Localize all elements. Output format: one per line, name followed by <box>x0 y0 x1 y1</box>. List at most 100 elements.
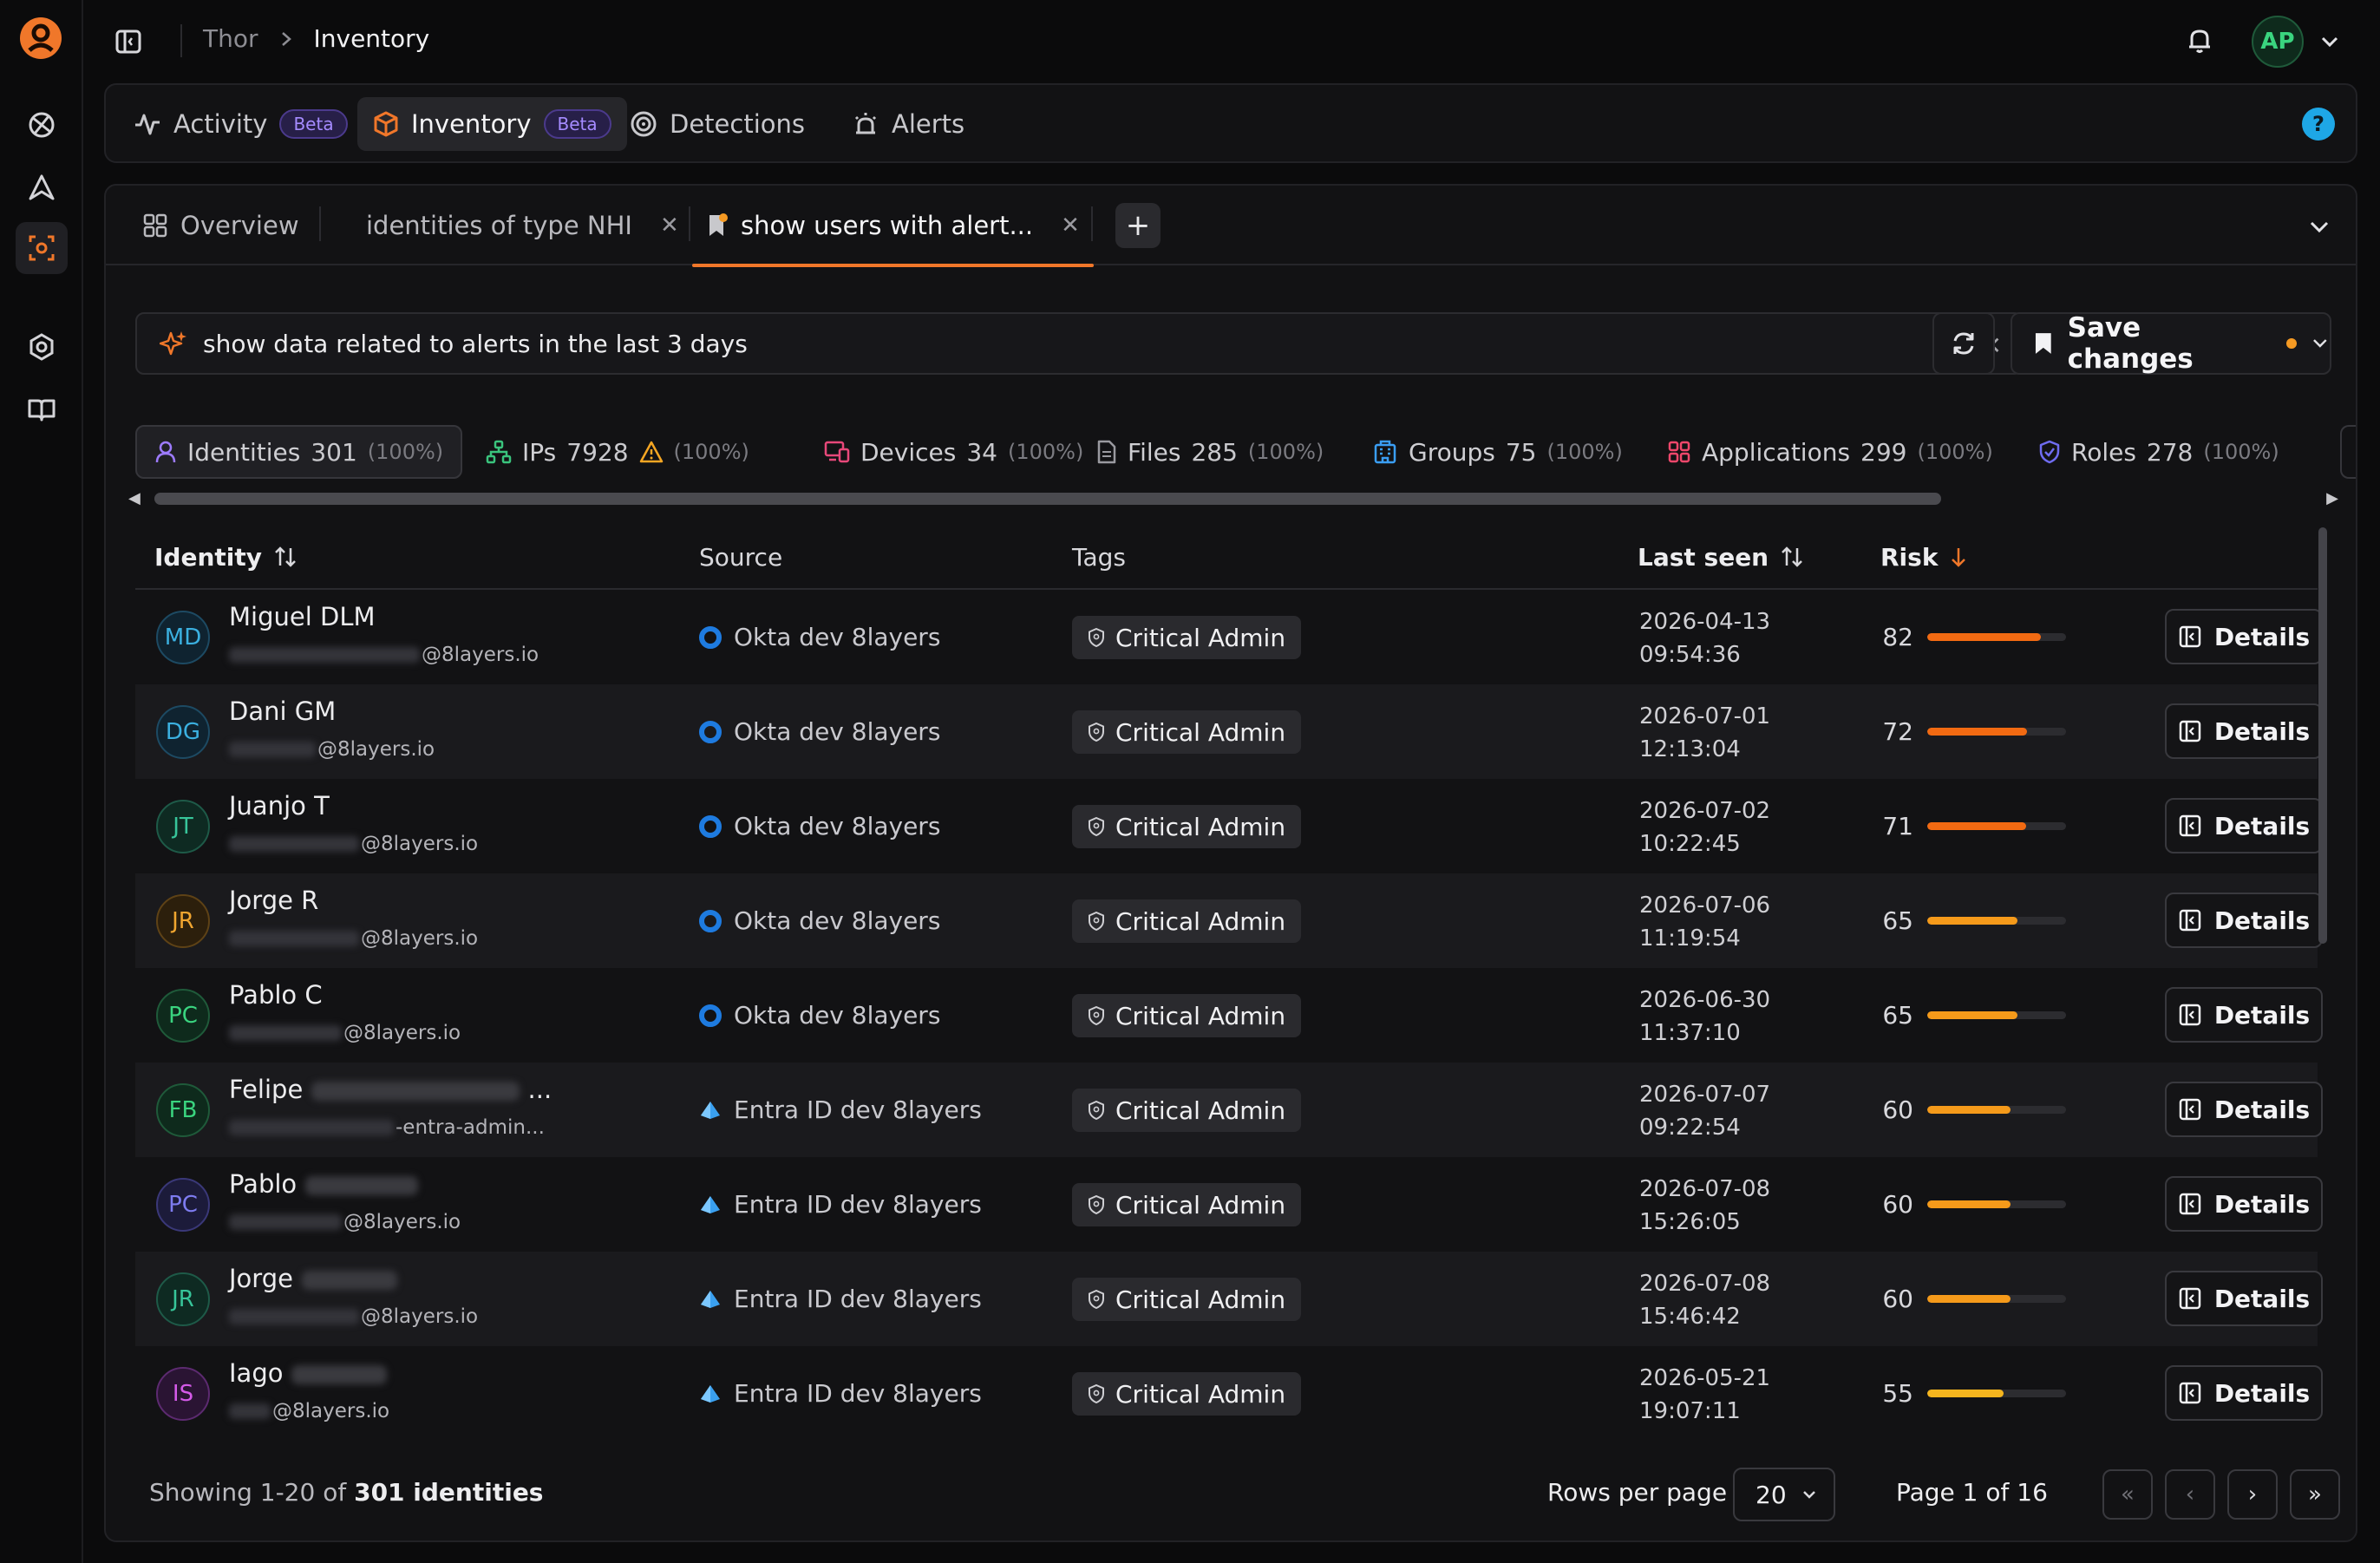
table-row[interactable]: FB Felipe ... -entra-admin... Entra ID dev … <box>135 1063 2323 1157</box>
first-page-button[interactable]: « <box>2102 1469 2153 1520</box>
docs-nav-icon[interactable] <box>16 383 68 435</box>
entity-tab-devices[interactable]: Devices 34 (100%) <box>824 425 1083 479</box>
details-button[interactable]: Details <box>2165 609 2323 664</box>
tag-badge[interactable]: Critical Admin <box>1072 1372 1302 1416</box>
details-button[interactable]: Details <box>2165 703 2323 759</box>
tag-badge[interactable]: Critical Admin <box>1072 899 1302 943</box>
scrollbar-thumb[interactable] <box>154 493 1941 505</box>
tab-nhi-query[interactable]: identities of type NHI ✕ <box>366 186 679 265</box>
entity-tab-applications[interactable]: Applications 299 (100%) <box>1667 425 1993 479</box>
identity-email: @8layers.io <box>229 833 478 855</box>
tag-badge[interactable]: Critical Admin <box>1072 1183 1302 1226</box>
rows-per-page-label: Rows per page <box>1547 1478 1728 1507</box>
table-row[interactable]: IS Iago @8layers.io Entra ID dev 8layers Cri… <box>135 1346 2323 1441</box>
tab-label: Inventory <box>411 109 532 139</box>
table-row[interactable]: DG Dani GM @8layers.io Okta dev 8layers Crit… <box>135 684 2323 779</box>
tab-overview[interactable]: Overview <box>142 186 299 265</box>
tab-activity[interactable]: Activity Beta <box>118 97 363 151</box>
entity-tab-identities[interactable]: Identities 301 (100%) <box>135 425 463 479</box>
chevron-down-icon[interactable] <box>2319 31 2340 52</box>
last-page-button[interactable]: » <box>2290 1469 2340 1520</box>
details-button[interactable]: Details <box>2165 1082 2323 1137</box>
details-button[interactable]: Details <box>2165 987 2323 1043</box>
bell-icon[interactable] <box>2184 24 2215 56</box>
close-icon[interactable]: ✕ <box>1061 213 1080 239</box>
column-identity[interactable]: Identity <box>154 524 298 590</box>
column-risk[interactable]: Risk <box>1880 524 1969 590</box>
identity-email: -entra-admin... <box>229 1116 545 1139</box>
identity-name: Felipe ... <box>229 1075 552 1104</box>
toggle-sidebar-icon[interactable] <box>114 28 142 56</box>
risk-score: 60 <box>1882 1285 1913 1313</box>
horizontal-scrollbar[interactable]: ◀ ▶ <box>127 487 2340 508</box>
last-seen-time: 11:37:10 <box>1639 1020 1741 1046</box>
tag-badge[interactable]: Critical Admin <box>1072 616 1302 659</box>
add-tab-button[interactable]: + <box>1115 203 1161 248</box>
source-cell: Okta dev 8layers <box>699 968 940 1063</box>
refresh-button[interactable] <box>1932 312 1995 375</box>
tab-alerts-query[interactable]: show users with alert... ✕ <box>692 186 1094 267</box>
settings-nav-icon[interactable] <box>16 321 68 373</box>
details-button[interactable]: Details <box>2165 1271 2323 1326</box>
triangle-nav-icon[interactable] <box>16 161 68 213</box>
tab-inventory[interactable]: Inventory Beta <box>357 97 627 151</box>
source-text: Okta dev 8layers <box>734 717 941 746</box>
entity-tab-files[interactable]: Files 285 (100%) <box>1096 425 1324 479</box>
details-button[interactable]: Details <box>2165 893 2323 948</box>
risk-bar <box>1927 728 2066 736</box>
entity-count: 7928 <box>566 437 629 467</box>
redacted-text <box>229 1025 342 1041</box>
tag-badge[interactable]: Critical Admin <box>1072 1089 1302 1132</box>
globe-nav-icon[interactable] <box>16 99 68 151</box>
sort-icon[interactable] <box>272 544 298 570</box>
shield-icon <box>1089 817 1104 836</box>
next-page-button[interactable]: › <box>2227 1469 2278 1520</box>
save-changes-button[interactable]: Save changes <box>2011 312 2331 375</box>
scroll-right-icon[interactable]: ▶ <box>2326 489 2338 507</box>
shield-icon <box>1089 1384 1104 1403</box>
breadcrumb-root[interactable]: Thor <box>203 24 258 53</box>
entity-tab-overflow[interactable] <box>2340 425 2356 479</box>
vertical-scrollbar[interactable] <box>2316 527 2330 1433</box>
scroll-left-icon[interactable]: ◀ <box>128 489 141 507</box>
entity-tab-ips[interactable]: IPs 7928 (100%) <box>486 425 749 479</box>
tag-badge[interactable]: Critical Admin <box>1072 805 1302 848</box>
tab-detections[interactable]: Detections <box>614 97 821 151</box>
details-label: Details <box>2213 622 2311 651</box>
table-row[interactable]: PC Pablo @8layers.io Entra ID dev 8layers Cr… <box>135 1157 2323 1252</box>
tag-badge[interactable]: Critical Admin <box>1072 994 1302 1037</box>
entity-tabs: Identities 301 (100%) IPs 7928 (100%) De… <box>135 425 2356 479</box>
rows-per-page-select[interactable]: 20 <box>1733 1468 1835 1521</box>
prev-page-button[interactable]: ‹ <box>2165 1469 2215 1520</box>
details-button[interactable]: Details <box>2165 798 2323 853</box>
query-tabs: Overview identities of type NHI ✕ show u… <box>106 186 2356 267</box>
entity-tab-groups[interactable]: Groups 75 (100%) <box>1372 425 1623 479</box>
risk-bar-fill <box>1927 728 2028 736</box>
table-row[interactable]: JT Juanjo T @8layers.io Okta dev 8layers Cri… <box>135 779 2323 873</box>
entity-tab-roles[interactable]: Roles 278 (100%) <box>2038 425 2279 479</box>
scrollbar-thumb[interactable] <box>2318 527 2327 944</box>
tab-alerts[interactable]: Alerts <box>836 97 980 151</box>
table-row[interactable]: JR Jorge R @8layers.io Okta dev 8layers Crit… <box>135 873 2323 968</box>
table-row[interactable]: JR Jorge @8layers.io Entra ID dev 8layers Cr… <box>135 1252 2323 1346</box>
beta-badge: Beta <box>543 109 611 139</box>
close-icon[interactable]: ✕ <box>660 213 679 239</box>
table-row[interactable]: PC Pablo C @8layers.io Okta dev 8layers Crit… <box>135 968 2323 1063</box>
last-seen-time: 09:54:36 <box>1639 642 1741 668</box>
app-logo[interactable] <box>19 16 62 64</box>
sort-icon[interactable] <box>1779 544 1805 570</box>
tag-badge[interactable]: Critical Admin <box>1072 710 1302 754</box>
help-icon[interactable]: ? <box>2302 108 2335 141</box>
user-avatar[interactable]: AP <box>2252 16 2304 68</box>
chevron-down-icon[interactable] <box>2311 334 2330 353</box>
sort-desc-icon[interactable] <box>1948 545 1969 569</box>
query-input[interactable]: show data related to alerts in the last … <box>135 312 2023 375</box>
details-button[interactable]: Details <box>2165 1176 2323 1232</box>
details-button[interactable]: Details <box>2165 1365 2323 1421</box>
tag-badge[interactable]: Critical Admin <box>1072 1278 1302 1321</box>
tag-label: Critical Admin <box>1115 1379 1286 1409</box>
chevron-down-icon[interactable] <box>2307 215 2331 239</box>
column-last-seen[interactable]: Last seen <box>1638 524 1805 590</box>
table-row[interactable]: MD Miguel DLM @8layers.io Okta dev 8layers C… <box>135 590 2323 684</box>
inventory-nav-icon[interactable] <box>16 222 68 274</box>
